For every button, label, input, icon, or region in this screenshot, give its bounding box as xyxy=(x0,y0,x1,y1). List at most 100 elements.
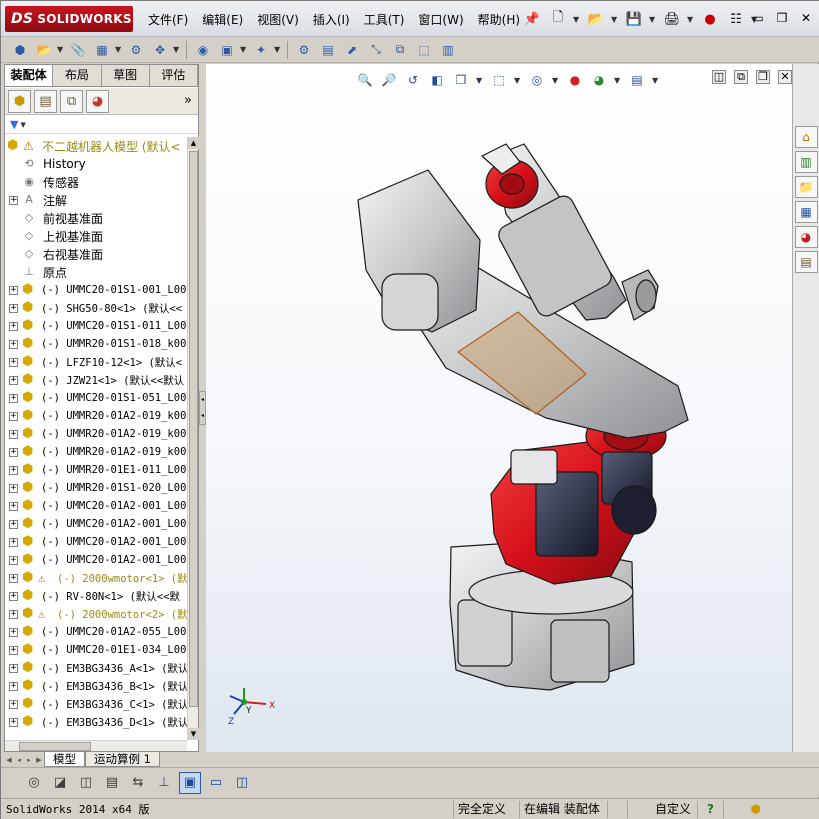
menu-file[interactable]: 文件(F) xyxy=(141,9,195,29)
tab-layout[interactable]: 布局 xyxy=(53,65,102,86)
expand-icon[interactable]: + xyxy=(9,375,18,385)
expand-icon[interactable]: + xyxy=(9,681,18,691)
new-document-icon[interactable]: 🗋 xyxy=(547,8,569,30)
component-row[interactable]: + ⬢ (-) UMMC20-01S1-051_L00 xyxy=(5,389,187,407)
menu-window[interactable]: 窗口(W) xyxy=(411,9,470,29)
single-view-icon[interactable]: ▭ xyxy=(205,772,227,794)
explode-line-icon[interactable]: ⤡ xyxy=(365,39,387,61)
new-motion-study-icon[interactable]: ⚙ xyxy=(293,39,315,61)
panel-splitter[interactable]: ◂ ◂ xyxy=(199,391,206,425)
feature-row[interactable]: + A 注解 xyxy=(5,191,187,209)
expand-icon[interactable]: + xyxy=(9,465,18,475)
features-dropdown-icon[interactable]: ▼ xyxy=(240,45,248,54)
appearances-icon[interactable]: ◕ xyxy=(794,226,818,248)
expand-icon[interactable]: + xyxy=(9,645,18,655)
save-icon[interactable]: 💾 xyxy=(623,8,645,30)
component-row[interactable]: + ⬢ (-) UMMR20-01A2-019_k00 xyxy=(5,443,187,461)
component-row[interactable]: + ⬢ (-) UMMC20-01S1-011_L00 xyxy=(5,317,187,335)
pin-icon[interactable]: 📌 xyxy=(521,8,543,30)
component-row[interactable]: + ⬢ (-) JZW21<1> (默认<<默认 xyxy=(5,371,187,389)
assembly-features-icon[interactable]: ▣ xyxy=(216,39,238,61)
pattern-dropdown-icon[interactable]: ▼ xyxy=(115,45,123,54)
insert-component-icon[interactable]: 📂 xyxy=(33,39,55,61)
expand-icon[interactable]: + xyxy=(9,537,18,547)
component-row[interactable]: + ⬢ (-) UMMR20-01E1-011_L00 xyxy=(5,461,187,479)
expand-icon[interactable]: + xyxy=(9,555,18,565)
component-row[interactable]: + ⬢ (-) LFZF10-12<1> (默认< xyxy=(5,353,187,371)
print-dropdown-icon[interactable]: ▼ xyxy=(687,15,695,24)
configuration-manager-icon[interactable]: ⧉ xyxy=(60,89,83,113)
open-folder-icon[interactable]: 📂 xyxy=(585,8,607,30)
tab-assembly[interactable]: 装配体 xyxy=(5,65,54,86)
move-component-icon[interactable]: ✥ xyxy=(149,39,171,61)
menu-help[interactable]: 帮助(H) xyxy=(471,9,527,29)
expand-icon[interactable]: + xyxy=(9,717,18,727)
component-row[interactable]: + ⬢ (-) UMMC20-01S1-001_L00 xyxy=(5,281,187,299)
rebuild-notice-icon[interactable]: ⬢ xyxy=(723,800,765,818)
first-tab-icon[interactable]: ◀ xyxy=(4,754,14,766)
expand-icon[interactable]: + xyxy=(9,393,18,403)
menu-edit[interactable]: 编辑(E) xyxy=(195,9,250,29)
refgeom-dropdown-icon[interactable]: ▼ xyxy=(274,45,282,54)
save-dropdown-icon[interactable]: ▼ xyxy=(649,15,657,24)
component-row[interactable]: + ⬢ (-) UMMR20-01S1-020_L00 xyxy=(5,479,187,497)
expand-icon[interactable]: + xyxy=(9,591,18,601)
feature-row[interactable]: ⟲ History xyxy=(5,155,187,173)
status-units[interactable]: 自定义 xyxy=(627,800,697,818)
filter-icon[interactable]: ▼ xyxy=(10,118,18,131)
component-row[interactable]: + ⬢ (-) UMMR20-01S1-018_k00 xyxy=(5,335,187,353)
view-icon-2[interactable]: ◪ xyxy=(49,772,71,794)
options-icon[interactable]: ☷ xyxy=(725,8,747,30)
component-row[interactable]: + ⬢ (-) RV-80N<1> (默认<<默 xyxy=(5,587,187,605)
minimize-icon[interactable]: ▭ xyxy=(748,9,768,27)
property-manager-icon[interactable]: ▤ xyxy=(34,89,57,113)
view-icon-5[interactable]: ⇆ xyxy=(127,772,149,794)
component-row[interactable]: + ⬢ (-) UMMC20-01A2-055_L00 xyxy=(5,623,187,641)
component-row[interactable]: + ⬢ (-) EM3BG3436_A<1> (默认 xyxy=(5,659,187,677)
component-row[interactable]: + ⬢ (-) SHG50-80<1> (默认<< xyxy=(5,299,187,317)
component-row[interactable]: + ⬢ (-) UMMC20-01A2-001_L00 xyxy=(5,551,187,569)
bill-of-materials-icon[interactable]: ▤ xyxy=(317,39,339,61)
file-explorer-icon[interactable]: 📁 xyxy=(794,176,818,198)
reference-geometry-icon[interactable]: ✦ xyxy=(250,39,272,61)
view-icon-3[interactable]: ◫ xyxy=(75,772,97,794)
component-row[interactable]: + ⬢ ⚠ (-) 2000wmotor<2> (默 xyxy=(5,605,187,623)
tab-model[interactable]: 模型 xyxy=(44,752,85,767)
view-palette-icon[interactable]: ▦ xyxy=(794,201,818,223)
interference-icon[interactable]: ⧉ xyxy=(389,39,411,61)
view-icon-6[interactable]: ⊥ xyxy=(153,772,175,794)
expand-icon[interactable]: + xyxy=(9,339,18,349)
feature-row[interactable]: ◇ 上视基准面 xyxy=(5,227,187,245)
menu-view[interactable]: 视图(V) xyxy=(250,9,306,29)
expand-icon[interactable]: + xyxy=(9,627,18,637)
design-library-icon[interactable]: ▥ xyxy=(794,151,818,173)
feature-row[interactable]: ◇ 前视基准面 xyxy=(5,209,187,227)
expand-icon[interactable]: + xyxy=(9,573,18,583)
view-icon-1[interactable]: ◎ xyxy=(23,772,45,794)
custom-properties-icon[interactable]: ▤ xyxy=(794,251,818,273)
scroll-down-icon[interactable]: ▼ xyxy=(188,728,199,740)
close-icon[interactable]: ✕ xyxy=(796,9,816,27)
print-icon[interactable]: 🖨 xyxy=(661,8,683,30)
mate-icon[interactable]: 📎 xyxy=(67,39,89,61)
component-row[interactable]: + ⬢ (-) UMMC20-01A2-001_L00 xyxy=(5,533,187,551)
move-dropdown-icon[interactable]: ▼ xyxy=(173,45,181,54)
expand-icon[interactable]: + xyxy=(9,285,18,295)
expand-icon[interactable]: + xyxy=(9,501,18,511)
tree-root[interactable]: ⬢ ⚠ 不二越机器人模型 (默认< xyxy=(5,137,187,155)
component-row[interactable]: + ⬢ (-) EM3BG3436_C<1> (默认 xyxy=(5,695,187,713)
solidworks-logo[interactable]: DS SOLIDWORKS xyxy=(5,6,133,32)
two-view-icon[interactable]: ◫ xyxy=(231,772,253,794)
insert-dropdown-icon[interactable]: ▼ xyxy=(57,45,65,54)
expand-icon[interactable]: + xyxy=(9,303,18,313)
feature-row[interactable]: ⊥ 原点 xyxy=(5,263,187,281)
view-icon-4[interactable]: ▤ xyxy=(101,772,123,794)
linear-pattern-icon[interactable]: ▦ xyxy=(91,39,113,61)
component-row[interactable]: + ⬢ (-) UMMR20-01A2-019_k00 xyxy=(5,425,187,443)
feature-row[interactable]: ◉ 传感器 xyxy=(5,173,187,191)
rapid-sketch-icon[interactable]: ▥ xyxy=(437,39,459,61)
expand-panel-icon[interactable]: » xyxy=(184,93,192,108)
solidworks-resources-icon[interactable]: ⌂ xyxy=(794,126,818,148)
component-row[interactable]: + ⬢ (-) UMMC20-01A2-001_L00 xyxy=(5,515,187,533)
menu-tools[interactable]: 工具(T) xyxy=(357,9,412,29)
